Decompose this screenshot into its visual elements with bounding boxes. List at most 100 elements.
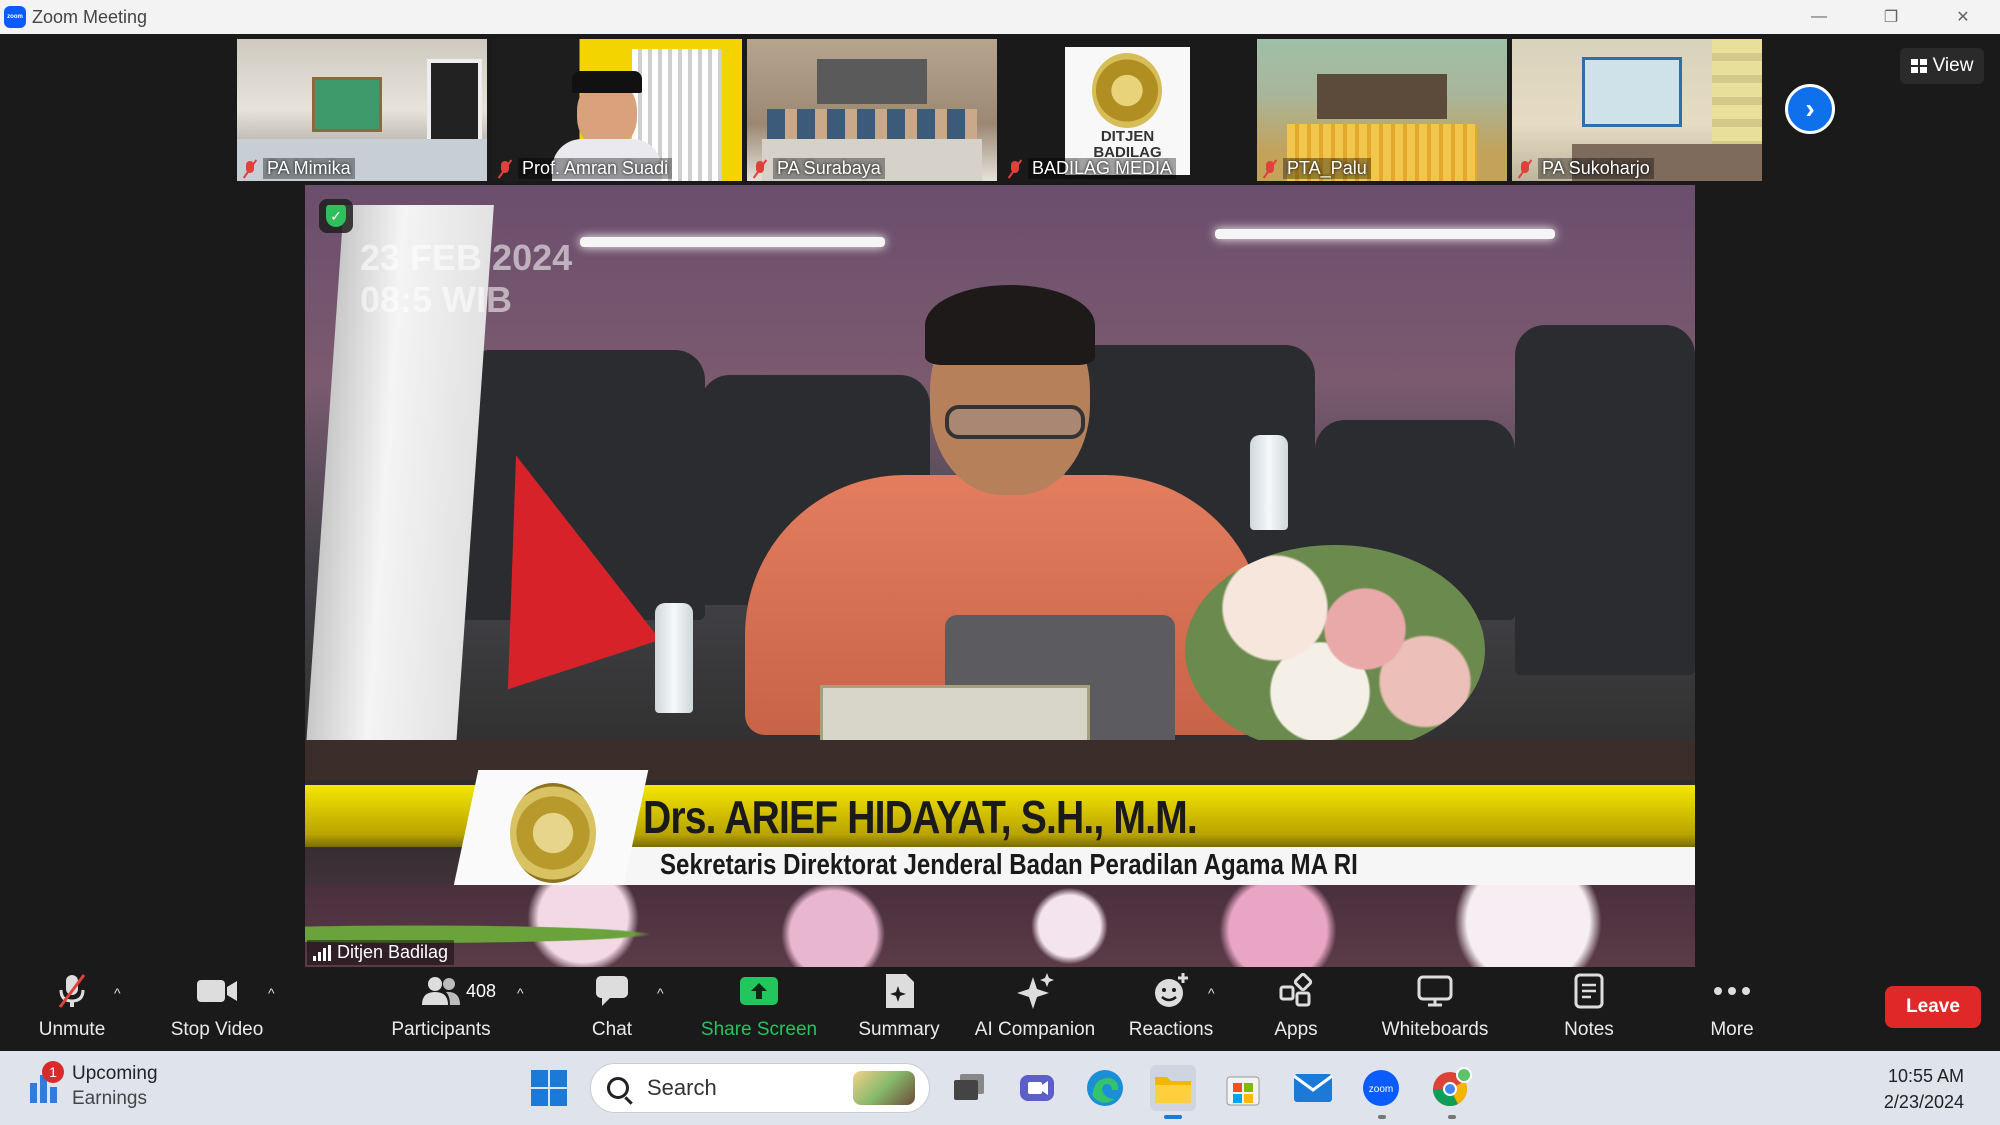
stock-chart-icon: 1 — [28, 1061, 64, 1105]
zoom-app-icon: zoom — [4, 6, 26, 28]
zoom-taskbar-icon[interactable]: zoom — [1358, 1065, 1404, 1119]
notes-icon — [1573, 971, 1605, 1011]
grid-view-icon — [1910, 59, 1927, 73]
apps-button[interactable]: Apps — [1264, 967, 1328, 1051]
close-button[interactable]: ✕ — [1928, 0, 1998, 34]
stamp-time: 08:5 WIB — [360, 279, 513, 320]
widget-subtitle: Earnings — [72, 1088, 147, 1109]
participant-name: Prof. Amran Suadi — [498, 158, 673, 179]
window-title: Zoom Meeting — [32, 6, 148, 27]
ai-companion-button[interactable]: AI Companion — [968, 967, 1102, 1051]
participants-button[interactable]: Participants — [385, 967, 497, 1051]
active-speaker-label: Ditjen Badilag — [307, 940, 455, 965]
video-timestamp: 23 FEB 2024 08:5 WIB — [360, 237, 572, 321]
search-icon — [607, 1077, 629, 1099]
start-button[interactable] — [526, 1065, 572, 1111]
reactions-button[interactable]: Reactions — [1125, 967, 1217, 1051]
more-label: More — [1710, 1019, 1754, 1040]
teams-chat-icon[interactable] — [1014, 1065, 1060, 1111]
svg-text:zoom: zoom — [1369, 1084, 1393, 1095]
unmute-button[interactable]: Unmute — [30, 967, 114, 1051]
widgets-button[interactable]: 1 Upcoming Earnings — [28, 1061, 158, 1111]
next-page-button[interactable]: › — [1785, 84, 1835, 134]
taskbar-search-input[interactable]: Search — [590, 1063, 930, 1113]
speaker-hair — [925, 285, 1095, 365]
title-bar: zoom Zoom Meeting — ❐ ✕ — [0, 0, 2000, 34]
participant-tile[interactable]: PTA_Palu — [1257, 39, 1507, 181]
muted-mic-icon — [1263, 160, 1277, 178]
badilag-logo-text: DITJEN BADILAG — [1093, 128, 1162, 161]
muted-mic-icon — [243, 160, 257, 178]
participant-tile[interactable]: PA Surabaya — [747, 39, 997, 181]
search-highlight-icon — [853, 1071, 915, 1105]
participants-options-caret-icon[interactable]: ^ — [517, 985, 524, 1001]
participant-name: PTA_Palu — [1263, 158, 1371, 179]
view-button[interactable]: View — [1900, 48, 1984, 84]
view-button-label: View — [1932, 55, 1974, 76]
notes-button[interactable]: Notes — [1558, 967, 1620, 1051]
muted-mic-icon — [498, 160, 512, 178]
participant-tile[interactable]: PA Mimika — [237, 39, 487, 181]
emblem-logo — [510, 783, 596, 883]
clock-time: 10:55 AM — [1887, 1066, 1964, 1086]
active-speaker-video[interactable]: 23 FEB 2024 08:5 WIB Drs. ARIEF HIDAYAT,… — [305, 185, 1695, 967]
unmute-label: Unmute — [38, 1019, 106, 1040]
chat-options-caret-icon[interactable]: ^ — [657, 985, 664, 1001]
minimize-button[interactable]: — — [1784, 0, 1854, 34]
participant-count: 408 — [466, 981, 497, 1001]
microsoft-store-icon[interactable] — [1220, 1065, 1266, 1111]
leave-button[interactable]: Leave — [1885, 986, 1981, 1028]
reactions-options-caret-icon[interactable]: ^ — [1208, 985, 1215, 1001]
system-clock[interactable]: 10:55 AM 2/23/2024 — [1884, 1063, 1964, 1115]
windows-taskbar: 1 Upcoming Earnings Search zoom 10:55 AM… — [0, 1051, 2000, 1125]
task-view-icon[interactable] — [946, 1065, 992, 1111]
water-bottle — [655, 603, 693, 713]
muted-mic-icon — [1518, 160, 1532, 178]
search-placeholder: Search — [647, 1075, 717, 1100]
share-screen-button[interactable]: Share Screen — [700, 967, 818, 1051]
notes-label: Notes — [1564, 1019, 1614, 1040]
flower-arrangement — [1185, 545, 1485, 755]
participant-name: PA Sukoharjo — [1518, 158, 1654, 179]
more-button[interactable]: More — [1700, 967, 1764, 1051]
share-screen-label: Share Screen — [700, 1019, 818, 1040]
reactions-label: Reactions — [1128, 1019, 1214, 1040]
apps-icon — [1278, 971, 1314, 1011]
summary-button[interactable]: Summary — [852, 967, 946, 1051]
whiteboards-button[interactable]: Whiteboards — [1374, 967, 1496, 1051]
chat-label: Chat — [591, 1019, 633, 1040]
muted-mic-icon — [1008, 160, 1022, 178]
meeting-toolbar: Unmute ^ Stop Video ^ Participants 408 ^… — [0, 967, 2000, 1051]
participant-tile[interactable]: DITJEN BADILAG BADILAG MEDIA — [1002, 39, 1252, 181]
apps-label: Apps — [1274, 1019, 1318, 1040]
clock-date: 2/23/2024 — [1883, 1092, 1964, 1112]
restore-button[interactable]: ❐ — [1856, 0, 1926, 34]
chevron-right-icon: › — [1805, 93, 1815, 124]
chat-bubble-icon — [594, 971, 630, 1011]
participant-tile[interactable]: PA Sukoharjo — [1512, 39, 1762, 181]
background-chair — [1515, 325, 1695, 675]
mail-icon[interactable] — [1290, 1065, 1336, 1111]
edge-browser-icon[interactable] — [1082, 1065, 1128, 1111]
stamp-date: 23 FEB 2024 — [360, 237, 573, 278]
ceiling-light — [1215, 229, 1555, 239]
desk-nameplate — [820, 685, 1090, 745]
encryption-shield-icon[interactable]: ✓ — [319, 199, 353, 233]
participant-name: PA Mimika — [243, 158, 355, 179]
audio-options-caret-icon[interactable]: ^ — [114, 985, 121, 1001]
video-options-caret-icon[interactable]: ^ — [268, 985, 275, 1001]
whiteboards-label: Whiteboards — [1381, 1019, 1489, 1040]
chrome-browser-icon[interactable] — [1428, 1065, 1474, 1119]
caption-title: Drs. ARIEF HIDAYAT, S.H., M.M. — [643, 791, 1198, 843]
stop-video-button[interactable]: Stop Video — [162, 967, 272, 1051]
whiteboard-icon — [1416, 971, 1454, 1011]
caption-subtitle: Sekretaris Direktorat Jenderal Badan Per… — [660, 849, 1358, 881]
participant-name: PA Surabaya — [753, 158, 885, 179]
emoji-reaction-icon — [1151, 971, 1191, 1011]
share-screen-icon — [739, 971, 779, 1011]
participant-tile[interactable]: Prof. Amran Suadi — [492, 39, 742, 181]
chat-button[interactable]: Chat — [580, 967, 644, 1051]
stop-video-label: Stop Video — [170, 1019, 264, 1040]
file-explorer-icon[interactable] — [1150, 1065, 1196, 1119]
widget-title: Upcoming — [72, 1063, 158, 1084]
